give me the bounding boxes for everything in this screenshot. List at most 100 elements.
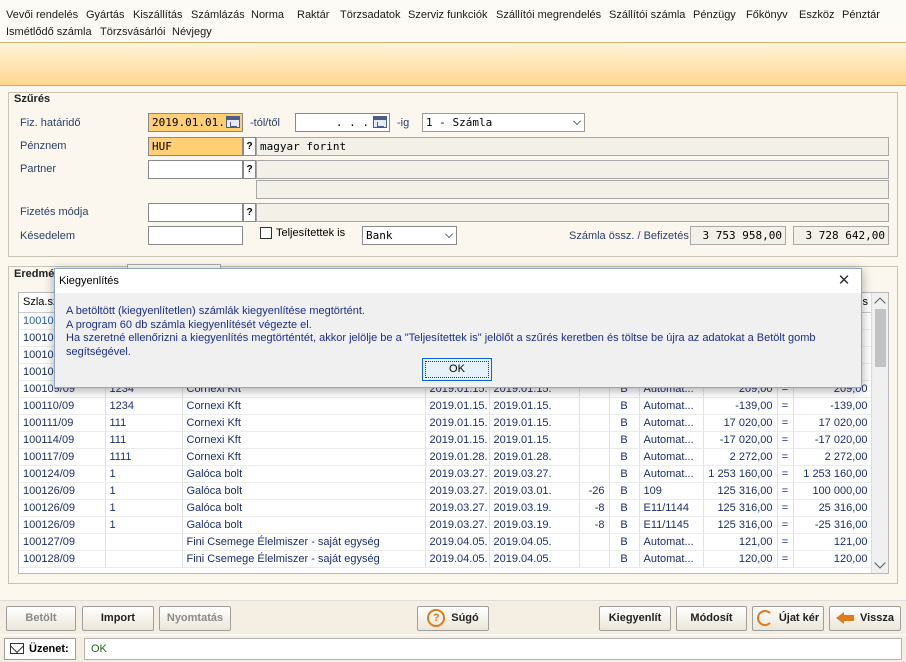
settle-button[interactable]: Kiegyenlít	[599, 606, 671, 631]
table-cell: E11/1145	[639, 516, 704, 534]
table-cell: 100117/09	[19, 448, 106, 466]
table-row[interactable]: 100126/09 1 Galóca bolt 2019.03.27. 2019.03.…	[19, 516, 873, 534]
table-cell: 1	[105, 499, 183, 517]
to-suffix-label: -ig	[397, 117, 410, 129]
status-bar: Üzenet: OK	[0, 636, 906, 662]
table-cell: -25 316,00	[793, 516, 873, 534]
table-cell: B	[609, 465, 640, 483]
bank-select[interactable]: Bank	[362, 226, 457, 245]
menu-item-nevjegy[interactable]: Névjegy	[172, 26, 212, 38]
partner-lookup-button[interactable]: ?	[243, 160, 256, 179]
table-cell: 100126/09	[19, 482, 106, 500]
scroll-thumb[interactable]	[875, 309, 886, 367]
delay-label: Késedelem	[20, 230, 76, 242]
table-cell	[105, 550, 183, 568]
refresh-button[interactable]: Újat kér	[752, 606, 824, 631]
doc-type-select[interactable]: 1 - Számla	[422, 113, 585, 132]
ok-button-label: OK	[449, 363, 465, 375]
menu-item-penzugy[interactable]: Pénzügy	[693, 9, 736, 21]
table-cell: 2019.04.05.	[489, 533, 580, 551]
menu-item-ismetlodo-szamla[interactable]: Ismétlődő számla	[6, 26, 92, 38]
close-icon[interactable]: ✕	[835, 272, 853, 290]
table-row[interactable]: 100127/09 Fini Csemege Élelmiszer - saját…	[19, 533, 873, 551]
table-row[interactable]: 100111/09 111 Cornexi Kft 2019.01.15. 2019.0…	[19, 414, 873, 432]
table-row[interactable]: 100114/09 111 Cornexi Kft 2019.01.15. 2019.0…	[19, 431, 873, 449]
table-cell: 1111	[105, 448, 183, 466]
menu-item-vevoi-rendeles[interactable]: Vevői rendelés	[6, 9, 78, 21]
completed-checkbox[interactable]	[260, 227, 272, 239]
currency-name-field: magyar forint	[256, 137, 889, 156]
menu-item-szallitoi-megrendeles[interactable]: Szállítói megrendelés	[496, 9, 601, 21]
table-cell: 17 020,00	[793, 414, 873, 432]
menu-item-szerviz-funkciok[interactable]: Szerviz funkciók	[408, 9, 487, 21]
print-button[interactable]: Nyomtatás	[159, 606, 231, 631]
scroll-up-icon[interactable]	[874, 297, 886, 309]
payment-method-input[interactable]	[148, 203, 243, 222]
menu-item-fokonyv[interactable]: Főkönyv	[746, 9, 788, 21]
table-cell: 2 272,00	[793, 448, 873, 466]
total-paid-field: 3 728 642,00	[793, 226, 889, 245]
menu-item-eszkoz[interactable]: Eszköz	[799, 9, 834, 21]
calendar-to-icon[interactable]	[373, 116, 387, 128]
table-cell: Automat...	[639, 550, 704, 568]
import-button[interactable]: Import	[82, 606, 154, 631]
scroll-down-icon[interactable]	[874, 557, 886, 569]
help-icon: ?	[427, 609, 446, 628]
load-button[interactable]: Betölt	[6, 606, 76, 631]
delay-input[interactable]	[148, 226, 243, 245]
table-cell: =	[777, 448, 794, 466]
menu-item-gyartas[interactable]: Gyártás	[86, 9, 125, 21]
modify-button[interactable]: Módosít	[676, 606, 747, 631]
menu-item-szallitoi-szamla[interactable]: Szállítói számla	[609, 9, 685, 21]
table-cell: 2019.03.19.	[489, 516, 580, 534]
table-cell: Cornexi Kft	[182, 397, 426, 415]
table-cell: 1	[105, 482, 183, 500]
table-row[interactable]: 100110/09 1234 Cornexi Kft 2019.01.15. 2019.…	[19, 397, 873, 415]
bank-value: Bank	[366, 229, 393, 242]
table-row[interactable]: 100117/09 1111 Cornexi Kft 2019.01.28. 2019.…	[19, 448, 873, 466]
menu-item-szamlazas[interactable]: Számlázás	[191, 9, 245, 21]
menu-item-raktar[interactable]: Raktár	[297, 9, 329, 21]
refresh-button-label: Újat kér	[778, 612, 820, 624]
table-cell: 120,00	[793, 550, 873, 568]
table-cell: 100114/09	[19, 431, 106, 449]
message-label: Üzenet:	[4, 638, 76, 660]
table-cell: Cornexi Kft	[182, 431, 426, 449]
table-cell: 100127/09	[19, 533, 106, 551]
table-cell: 1 253 160,00	[793, 465, 873, 483]
table-row[interactable]: 100124/09 1 Galóca bolt 2019.03.27. 2019.03.…	[19, 465, 873, 483]
table-cell: -8	[579, 516, 610, 534]
currency-lookup-button[interactable]: ?	[243, 137, 256, 156]
table-cell: B	[609, 448, 640, 466]
vertical-scrollbar[interactable]	[871, 293, 888, 573]
menu-item-torzsadatok[interactable]: Törzsadatok	[340, 9, 401, 21]
currency-code-input[interactable]: HUF	[148, 137, 243, 156]
back-button[interactable]: Vissza	[829, 606, 901, 631]
table-cell: -139,00	[703, 397, 778, 415]
table-cell: =	[777, 499, 794, 517]
table-cell: Galóca bolt	[182, 482, 426, 500]
menu-item-kiszallitas[interactable]: Kiszállítás	[133, 9, 183, 21]
table-cell: 125 316,00	[703, 516, 778, 534]
completed-label: Teljesítettek is	[276, 227, 346, 239]
table-cell	[105, 533, 183, 551]
menu-bar: Vevői rendelés Gyártás Kiszállítás Száml…	[0, 0, 906, 42]
table-row[interactable]: 100126/09 1 Galóca bolt 2019.03.27. 2019.03.…	[19, 499, 873, 517]
partner-label: Partner	[20, 163, 57, 175]
table-cell: B	[609, 431, 640, 449]
table-row[interactable]: 100128/09 Fini Csemege Élelmiszer - saját…	[19, 550, 873, 568]
partner-code-input[interactable]	[148, 160, 243, 179]
calendar-from-icon[interactable]	[226, 116, 240, 128]
table-cell: 2019.03.19.	[489, 499, 580, 517]
table-row[interactable]: 100126/09 1 Galóca bolt 2019.03.27. 2019.03.…	[19, 482, 873, 500]
menu-item-penztar[interactable]: Pénztár	[842, 9, 880, 21]
table-cell: 2019.01.15.	[489, 414, 580, 432]
ok-button[interactable]: OK	[422, 358, 492, 381]
menu-item-torzsvasarloi[interactable]: Törzsvásárlói	[100, 26, 165, 38]
table-cell: -8	[579, 499, 610, 517]
payment-method-lookup-button[interactable]: ?	[243, 203, 256, 222]
table-cell: 2019.03.01.	[489, 482, 580, 500]
table-cell: =	[777, 414, 794, 432]
menu-item-norma[interactable]: Norma	[251, 9, 284, 21]
help-button[interactable]: ? Súgó	[417, 606, 489, 631]
